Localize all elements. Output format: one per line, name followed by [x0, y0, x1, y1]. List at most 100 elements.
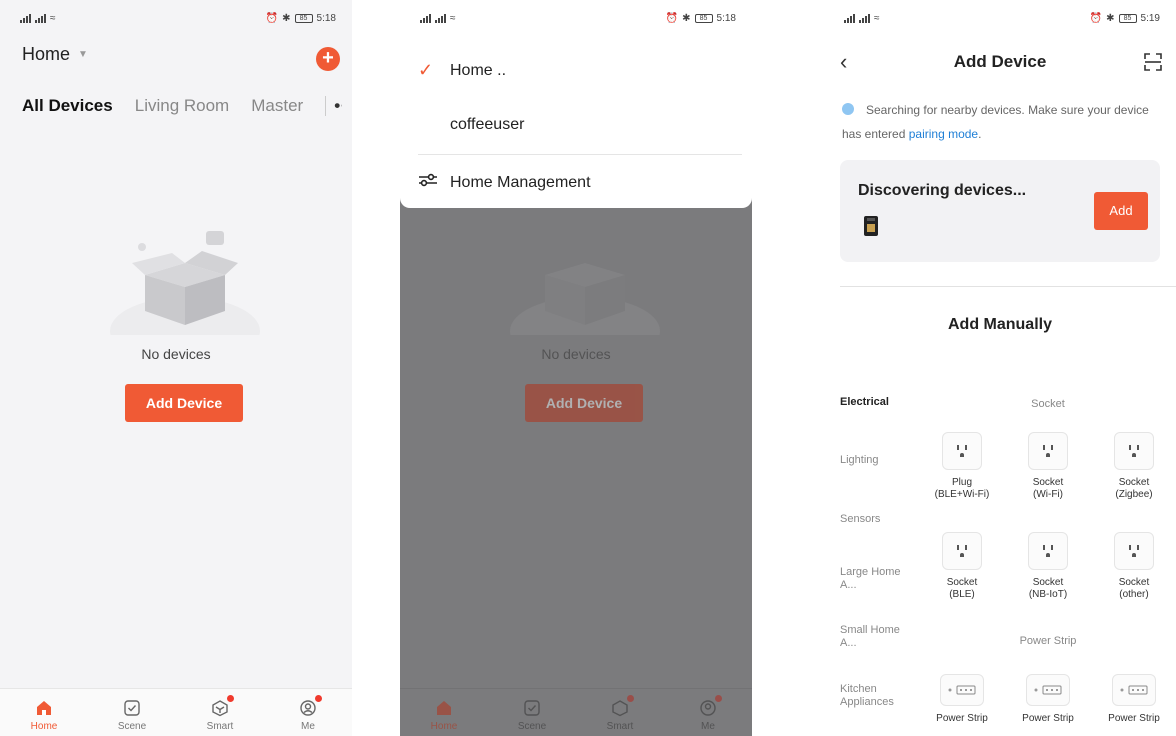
power-strip-icon [1026, 674, 1070, 706]
nav-home: Home [414, 699, 474, 732]
device-socket-ble[interactable]: Socket (BLE) [916, 532, 1008, 601]
alarm-icon: ⏰ [265, 12, 279, 24]
device-name: Socket (Zigbee) [1115, 477, 1153, 500]
device-name: Socket (NB-IoT) [1028, 577, 1068, 600]
nav-bar: ‹ Add Device [824, 48, 1176, 76]
signal-indicators: ≈ [420, 13, 456, 24]
current-home-label: Home .. [450, 61, 507, 79]
alarm-icon: ⏰ [665, 12, 679, 24]
device-power-strip-3[interactable]: Power Strip [1088, 674, 1176, 725]
status-right: ⏰ ✱ 85 5:18 [666, 13, 736, 24]
check-icon: ✓ [418, 60, 434, 80]
add-device-button: Add Device [525, 384, 643, 422]
scene-check-icon [524, 700, 540, 716]
section-socket: Socket [1031, 398, 1065, 410]
device-socket-other[interactable]: Socket (other) [1088, 532, 1176, 601]
device-socket-nb-iot[interactable]: Socket (NB-IoT) [1002, 532, 1094, 601]
more-tabs-icon[interactable]: ••• [325, 96, 342, 116]
tab-master[interactable]: Master [251, 96, 303, 116]
tab-all-devices[interactable]: All Devices [22, 96, 113, 116]
menu-item-current-home[interactable]: ✓ Home .. [400, 60, 752, 81]
bottom-nav: Home Scene Smart Me [0, 688, 352, 736]
nav-scene[interactable]: Scene [102, 699, 162, 732]
caret-down-icon: ▼ [78, 49, 88, 60]
tab-living-room[interactable]: Living Room [135, 96, 230, 116]
page-title: Add Device [953, 52, 1047, 71]
back-chevron-icon[interactable]: ‹ [840, 49, 847, 75]
home-switcher-screen: No devices Add Device Home Scene Smart M… [400, 0, 752, 736]
loading-spinner-icon [842, 103, 854, 115]
add-device-button[interactable]: Add Device [125, 384, 243, 422]
status-right: ⏰ ✱ 85 5:19 [1090, 13, 1160, 24]
nav-smart-label: Smart [206, 721, 234, 732]
search-text: Searching for nearby devices. Make sure … [842, 103, 1149, 141]
device-power-strip-2[interactable]: Power Strip [1002, 674, 1094, 725]
device-socket-zigbee[interactable]: Socket (Zigbee) [1088, 432, 1176, 501]
device-name: Power Strip [1108, 713, 1160, 724]
device-power-strip-1[interactable]: Power Strip [916, 674, 1008, 725]
category-sensors[interactable]: Sensors [840, 513, 880, 526]
signal-icon [844, 13, 855, 23]
bluetooth-icon: ✱ [282, 12, 291, 24]
scan-icon[interactable] [1144, 53, 1162, 71]
coffee-maker-icon [864, 216, 878, 236]
home-icon [437, 701, 451, 715]
profile-icon [300, 700, 316, 716]
signal-icon [35, 13, 46, 23]
menu-divider [418, 154, 742, 155]
add-device-screen: ≈ ⏰ ✱ 85 5:19 ‹ Add Device Searching for… [824, 0, 1176, 736]
bottom-nav: Home Scene Smart Me [400, 688, 752, 736]
nav-me-label: Me [701, 721, 715, 732]
nav-me: Me [678, 695, 738, 732]
pairing-mode-link[interactable]: pairing mode [909, 127, 978, 141]
category-large-home-appliances[interactable]: Large Home A... [840, 566, 910, 592]
wifi-icon: ≈ [50, 12, 56, 24]
profile-icon [700, 700, 716, 716]
device-plug-ble-wifi[interactable]: Plug (BLE+Wi-Fi) [916, 432, 1008, 501]
signal-icon [435, 13, 446, 23]
socket-icon [942, 532, 982, 570]
nav-smart[interactable]: Smart [190, 695, 250, 732]
nav-home-label: Home [430, 721, 458, 732]
status-bar: ≈ ⏰ ✱ 85 5:19 [824, 0, 1176, 36]
home-management-label: Home Management [450, 173, 591, 191]
clock: 5:18 [316, 12, 336, 24]
signal-indicators: ≈ [844, 13, 880, 24]
signal-icon [420, 13, 431, 23]
nav-me-label: Me [301, 721, 315, 732]
device-name: Power Strip [1022, 713, 1074, 724]
status-bar: ≈ ⏰ ✱ 85 5:18 [400, 0, 752, 36]
status-bar: ≈ ⏰ ✱ 85 5:18 [0, 0, 352, 36]
nav-me[interactable]: Me [278, 695, 338, 732]
notification-badge [715, 695, 722, 702]
signal-icon [20, 13, 31, 23]
nav-home[interactable]: Home [14, 699, 74, 732]
discovering-label: Discovering devices... [858, 182, 1027, 199]
home-selector[interactable]: Home ▼ [22, 44, 88, 65]
menu-item-home-management[interactable]: Home Management [400, 172, 752, 193]
power-strip-icon [1112, 674, 1156, 706]
clock: 5:19 [1140, 12, 1160, 24]
menu-item-other-home[interactable]: coffeeuser [400, 116, 752, 134]
device-socket-wifi[interactable]: Socket (Wi-Fi) [1002, 432, 1094, 501]
signal-icon [859, 13, 870, 23]
socket-icon [1114, 432, 1154, 470]
add-discovered-button[interactable]: Add [1094, 192, 1148, 230]
category-electrical[interactable]: Electrical [840, 396, 889, 409]
bluetooth-icon: ✱ [682, 12, 691, 24]
category-lighting[interactable]: Lighting [840, 454, 879, 467]
add-plus-button[interactable]: + [316, 47, 340, 71]
power-strip-icon [940, 674, 984, 706]
signal-indicators: ≈ [20, 13, 56, 24]
wifi-icon: ≈ [874, 12, 880, 24]
bluetooth-icon: ✱ [1106, 12, 1115, 24]
socket-icon [942, 432, 982, 470]
home-switcher-menu: ✓ Home .. coffeeuser Home Management [400, 36, 752, 208]
category-small-home-appliances[interactable]: Small Home A... [840, 624, 910, 650]
notification-badge [315, 695, 322, 702]
socket-icon [1028, 432, 1068, 470]
sliders-icon [400, 172, 450, 193]
device-name: Power Strip [936, 713, 988, 724]
category-kitchen-appliances[interactable]: Kitchen Appliances [840, 683, 910, 709]
nav-scene: Scene [502, 699, 562, 732]
